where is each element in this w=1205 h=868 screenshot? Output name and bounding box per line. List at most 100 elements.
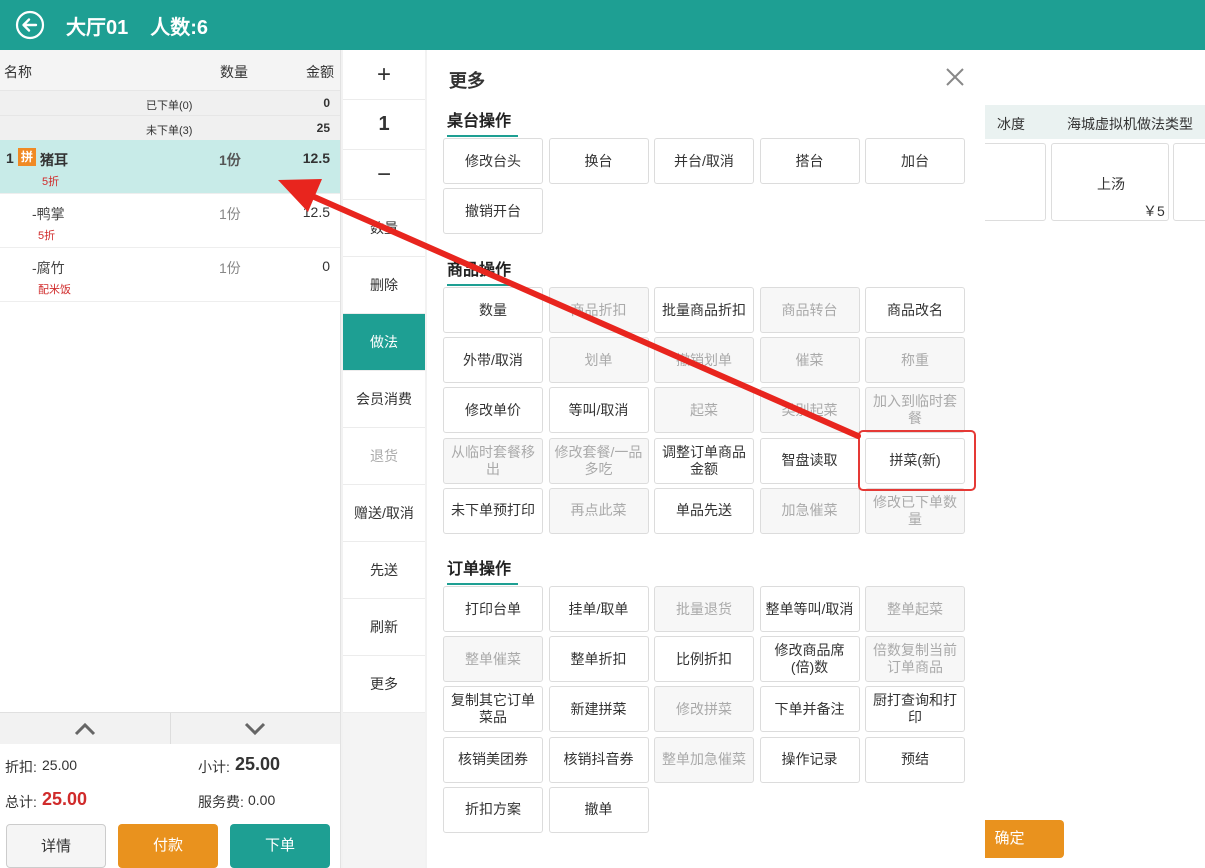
place-order-button[interactable]: 下单	[230, 824, 330, 868]
operation-button[interactable]: 下单并备注	[759, 686, 860, 733]
operation-button[interactable]: 挂单/取单	[548, 586, 649, 632]
return-action[interactable]: 退货	[343, 428, 425, 485]
operation-button[interactable]: 类别起菜	[759, 387, 860, 434]
operation-button[interactable]: 调整订单商品金额	[654, 437, 754, 484]
operation-button[interactable]: 商品转台	[759, 287, 860, 333]
increase-button[interactable]: +	[343, 50, 425, 100]
operation-button[interactable]: 整单折扣	[548, 636, 649, 683]
operation-button[interactable]: 并台/取消	[654, 138, 754, 184]
decrease-button[interactable]: −	[343, 150, 425, 200]
operation-button[interactable]: 外带/取消	[443, 337, 543, 384]
row-index: 1	[6, 150, 14, 166]
member-consume-action[interactable]: 会员消费	[343, 371, 425, 428]
operation-button[interactable]: 预结	[865, 736, 965, 783]
operation-button[interactable]: 比例折扣	[654, 636, 754, 683]
operation-button[interactable]: 批量退货	[654, 586, 754, 632]
operation-button[interactable]: 撤单	[548, 786, 649, 833]
group-unplaced-value: 25	[316, 121, 330, 135]
section-title-goods: 商品操作	[447, 256, 518, 286]
method-name: 上汤	[1097, 176, 1125, 192]
table-title: 大厅01	[66, 16, 129, 39]
operation-button[interactable]: 商品折扣	[548, 287, 649, 333]
group-placed[interactable]: 已下单(0) 0	[0, 90, 340, 115]
operation-button[interactable]: 智盘读取	[759, 437, 860, 484]
discount-label: 折扣:	[5, 759, 37, 775]
operation-button[interactable]: 换台	[548, 138, 649, 184]
operation-button[interactable]: 修改台头	[443, 138, 543, 184]
operation-button[interactable]: 撤销开台	[443, 188, 543, 235]
operation-button[interactable]: 整单加急催菜	[654, 736, 754, 783]
operation-button[interactable]: 倍数复制当前订单商品	[865, 636, 965, 683]
item-name: 猪耳	[40, 152, 68, 168]
quantity-action[interactable]: 数量	[343, 200, 425, 257]
operation-button[interactable]: 厨打查询和打印	[865, 686, 965, 733]
operation-button[interactable]: 催菜	[759, 337, 860, 384]
operation-button[interactable]: 数量	[443, 287, 543, 333]
serve-first-action[interactable]: 先送	[343, 542, 425, 599]
tab-virtual-method[interactable]: 海城虚拟机做法类型	[1067, 114, 1193, 134]
operation-button[interactable]: 划单	[548, 337, 649, 384]
method-card[interactable]: 上汤 ￥5	[1051, 143, 1169, 221]
operation-button[interactable]: 等叫/取消	[548, 387, 649, 434]
total-label: 总计:	[5, 794, 37, 810]
side-action-column: + 1 − 数量 删除 做法 会员消费 退货 赠送/取消 先送 刷新 更多	[343, 50, 425, 868]
operation-button[interactable]: 再点此菜	[548, 487, 649, 534]
operation-button[interactable]: 起菜	[654, 387, 754, 434]
operation-button[interactable]: 撤销划单	[654, 337, 754, 384]
operation-button[interactable]: 拼菜(新)	[865, 437, 965, 484]
section-title-table: 桌台操作	[447, 107, 518, 137]
operation-button[interactable]: 核销美团券	[443, 736, 543, 783]
operation-button[interactable]: 修改已下单数量	[865, 487, 965, 534]
operation-button[interactable]: 整单催菜	[443, 636, 543, 683]
delete-action[interactable]: 删除	[343, 257, 425, 314]
bottom-actions: 详情 付款 下单	[0, 822, 340, 868]
page-down-button[interactable]	[171, 713, 341, 744]
refresh-action[interactable]: 刷新	[343, 599, 425, 656]
operation-button[interactable]: 加急催菜	[759, 487, 860, 534]
method-card[interactable]	[1173, 143, 1205, 221]
page-up-button[interactable]	[0, 713, 171, 744]
operation-button[interactable]: 从临时套餐移出	[443, 437, 543, 484]
operation-button[interactable]: 新建拼菜	[548, 686, 649, 733]
item-qty: 1份	[219, 260, 241, 276]
operation-button[interactable]: 复制其它订单菜品	[443, 686, 543, 733]
order-list-header: 名称 数量 金额	[0, 50, 340, 90]
operation-button[interactable]: 加台	[865, 138, 965, 184]
operation-button[interactable]: 称重	[865, 337, 965, 384]
operation-button[interactable]: 修改套餐/一品多吃	[548, 437, 649, 484]
operation-button[interactable]: 折扣方案	[443, 786, 543, 833]
order-row[interactable]: 1 拼 猪耳 1份 12.5 5折	[0, 140, 340, 194]
confirm-button[interactable]: 确定	[985, 820, 1064, 858]
order-row[interactable]: -腐竹 1份 0 配米饭	[0, 248, 340, 302]
operation-button[interactable]: 核销抖音券	[548, 736, 649, 783]
item-note: 配米饭	[38, 284, 71, 296]
operation-button[interactable]: 修改商品席(倍)数	[759, 636, 860, 683]
operation-button[interactable]: 打印台单	[443, 586, 543, 632]
method-action[interactable]: 做法	[343, 314, 425, 371]
tab-ice-level[interactable]: 冰度	[997, 114, 1025, 134]
goods-operations: 数量 商品折扣 批量商品折扣 商品转台 商品改名外带/取消 划单 撤销划单 催菜 称重修改单价等…	[443, 287, 967, 537]
detail-button[interactable]: 详情	[6, 824, 106, 868]
operation-button[interactable]: 单品先送	[654, 487, 754, 534]
close-icon[interactable]	[945, 67, 965, 87]
col-amount: 金额	[306, 64, 334, 80]
operation-button[interactable]: 搭台	[759, 138, 860, 184]
operation-button[interactable]: 修改拼菜	[654, 686, 754, 733]
operation-button[interactable]: 整单起菜	[865, 586, 965, 632]
pay-button[interactable]: 付款	[118, 824, 218, 868]
more-action[interactable]: 更多	[343, 656, 425, 713]
operation-button[interactable]: 未下单预打印	[443, 487, 543, 534]
operation-button[interactable]: 批量商品折扣	[654, 287, 754, 333]
operation-button[interactable]: 整单等叫/取消	[759, 586, 860, 632]
group-unplaced[interactable]: 未下单(3) 25	[0, 115, 340, 140]
operation-button[interactable]: 商品改名	[865, 287, 965, 333]
order-row[interactable]: -鸭掌 1份 12.5 5折	[0, 194, 340, 248]
operation-button[interactable]: 加入到临时套餐	[865, 387, 965, 434]
back-arrow-icon[interactable]	[15, 10, 45, 40]
gift-cancel-action[interactable]: 赠送/取消	[343, 485, 425, 542]
method-menu-panel: 冰度 海城虚拟机做法类型 冰水 上汤 ￥5 确定	[955, 50, 1205, 868]
operation-button[interactable]: 修改单价	[443, 387, 543, 434]
operation-button[interactable]: 操作记录	[759, 736, 860, 783]
subtotal-value: 25.00	[235, 754, 281, 774]
item-qty: 1份	[219, 206, 241, 222]
